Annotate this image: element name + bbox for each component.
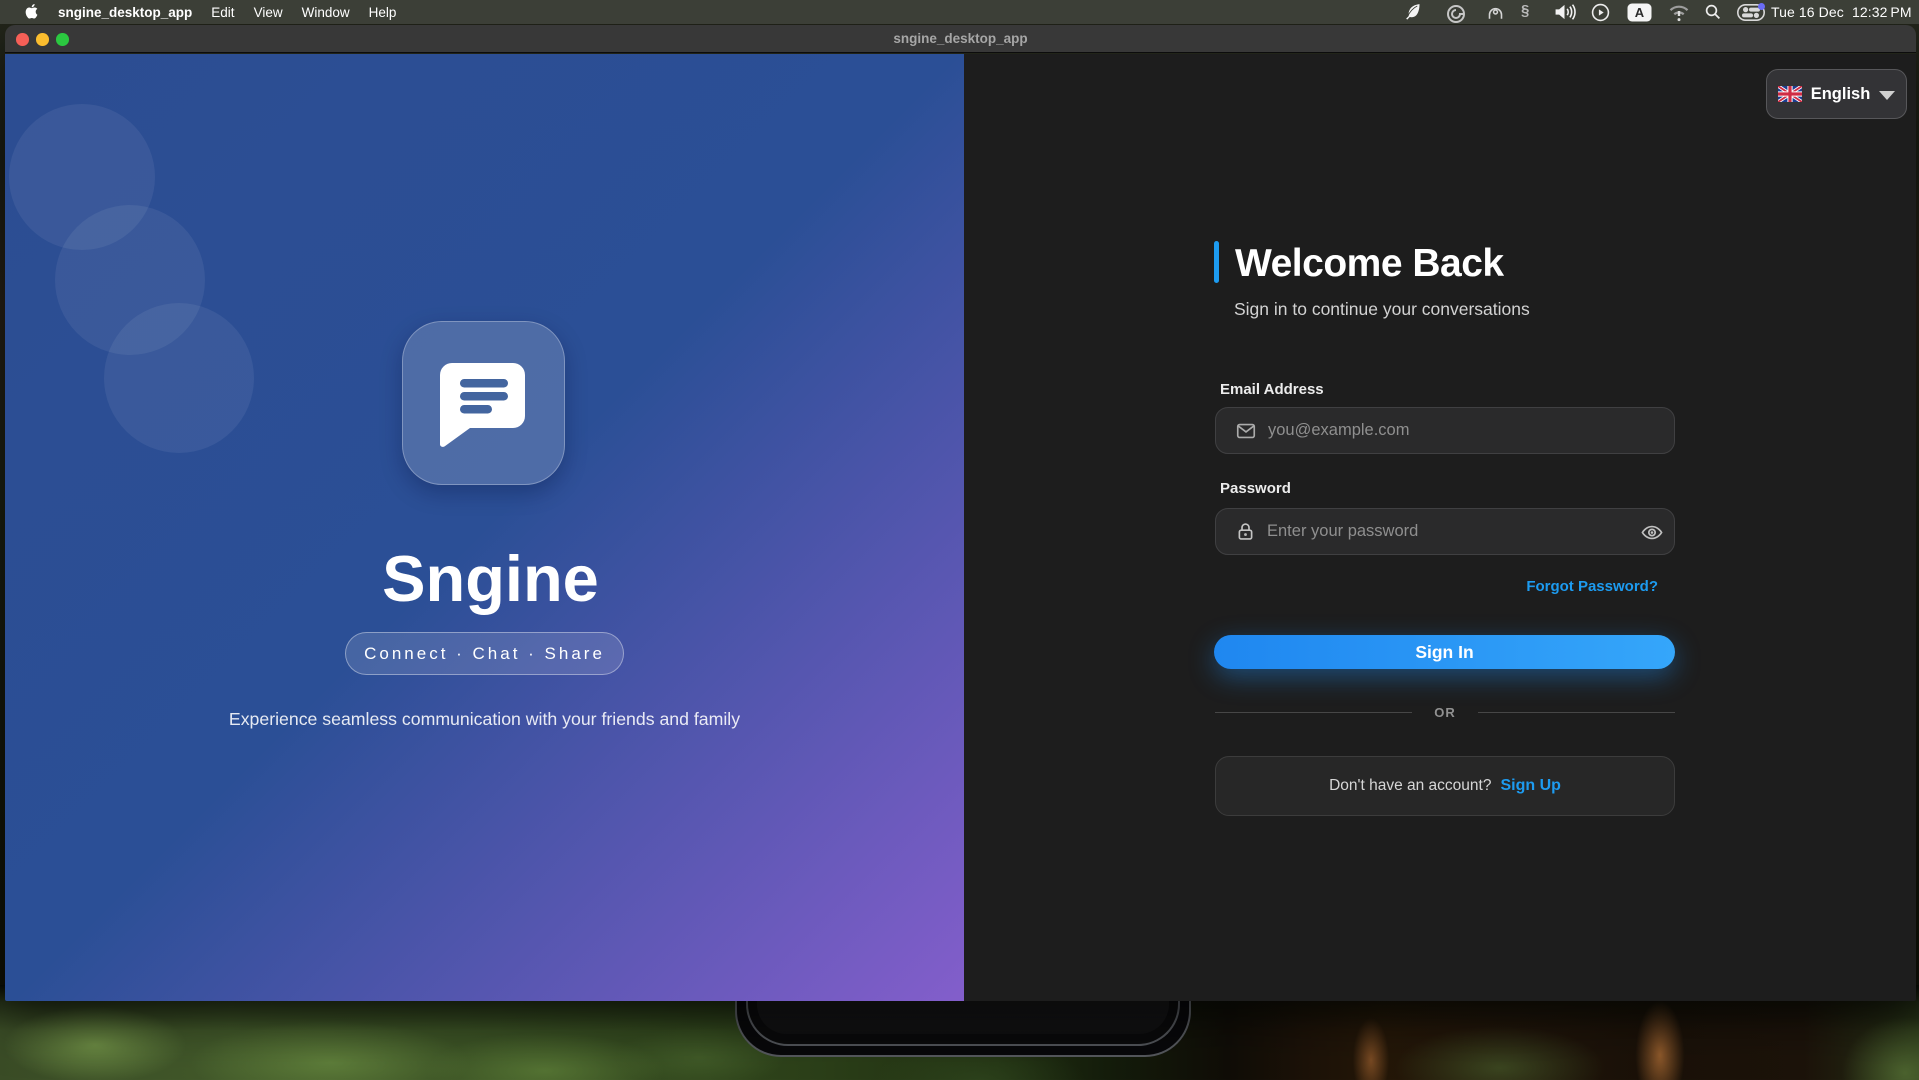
svg-text:A: A [1635,5,1645,20]
